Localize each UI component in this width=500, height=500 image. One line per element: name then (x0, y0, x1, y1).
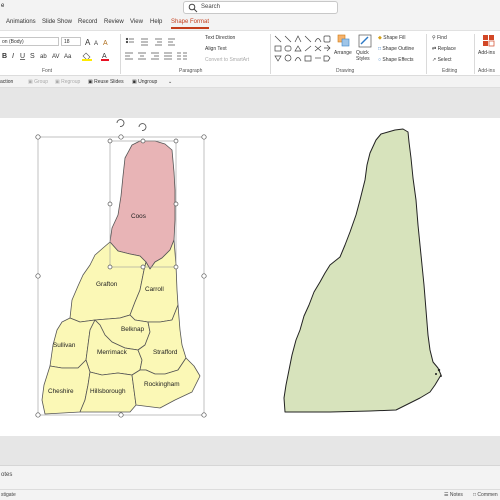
align-center-icon (138, 52, 146, 60)
font-size-buttons[interactable]: A A A (84, 36, 116, 47)
font-size-box[interactable]: 18 (61, 37, 81, 46)
spacing-icon: AV (52, 54, 60, 60)
underline-icon: U (20, 53, 25, 60)
label-carroll: Carroll (145, 286, 164, 293)
font-color-icon: A (102, 53, 107, 60)
notes-pane[interactable]: otes (0, 465, 500, 489)
align-text-button[interactable]: Align Text (205, 46, 227, 52)
state-outline-map[interactable] (283, 128, 442, 413)
quick-access-bar: action ▣ Group ▣ Regroup ▣ Reuse Slides … (0, 76, 500, 88)
bold-icon: B (2, 53, 7, 60)
slide-editing-area: Coos Grafton Carroll Belknap Sullivan Me… (0, 88, 500, 465)
accessibility-status[interactable]: stigate (1, 492, 16, 498)
slide-canvas: Coos Grafton Carroll Belknap Sullivan Me… (35, 119, 442, 418)
search-box[interactable]: Search (183, 1, 338, 14)
slide[interactable]: Coos Grafton Carroll Belknap Sullivan Me… (0, 118, 500, 436)
label-sullivan: Sullivan (53, 342, 76, 349)
replace-button[interactable]: ⇄ Replace (432, 46, 456, 52)
search-placeholder: Search (201, 4, 221, 10)
rotate-handle-icon (138, 123, 147, 131)
shape-fill-button[interactable]: ◆ Shape Fill (378, 35, 405, 41)
shape-effects-button[interactable]: ○ Shape Effects (378, 57, 413, 63)
case-icon: Aa (64, 54, 72, 60)
strikethrough-icon: S (30, 53, 35, 60)
select-icon: ↗ (432, 57, 437, 63)
notes-button[interactable]: ☰ Notes (444, 492, 463, 498)
group-button[interactable]: ▣ Group (28, 79, 48, 85)
italic-icon: I (12, 53, 14, 60)
highlighter-icon (82, 52, 91, 61)
align-right-icon (151, 52, 159, 60)
shape-outline-button[interactable]: □ Shape Outline (378, 46, 414, 52)
numbering-icon (141, 38, 148, 46)
clear-format-icon: A (103, 40, 108, 47)
select-button[interactable]: ↗ Select (432, 57, 452, 63)
font-format-row[interactable]: B I U S ab AV Aa A (2, 50, 120, 61)
find-icon: ⚲ (432, 35, 436, 41)
arrange-button[interactable]: Arrange (334, 50, 352, 56)
quick-styles-button[interactable]: Quick Styles (356, 50, 376, 62)
notes-label: otes (1, 472, 13, 478)
paragraph-buttons[interactable] (124, 36, 204, 64)
addins-icon (483, 35, 495, 47)
shrink-font-icon: A (94, 41, 98, 47)
search-icon (188, 3, 198, 13)
shadow-icon: ab (40, 54, 47, 60)
indent-icon (155, 38, 162, 46)
label-grafton: Grafton (96, 281, 118, 288)
bullets-icon (125, 37, 134, 44)
comments-button[interactable]: □ Commen (473, 492, 498, 498)
tab-record[interactable]: Record (78, 19, 97, 25)
convert-smartart-button[interactable]: Convert to SmartArt (205, 57, 249, 63)
action-button[interactable]: action (0, 79, 13, 85)
rotate-handle-icon (116, 119, 125, 127)
quick-styles-icon (358, 34, 372, 48)
tab-slide-show[interactable]: Slide Show (42, 19, 72, 25)
outdent-icon (168, 38, 175, 46)
justify-icon (164, 52, 172, 60)
replace-icon: ⇄ (432, 46, 437, 52)
font-name-box[interactable]: on (Body) (0, 37, 59, 46)
county-coos[interactable] (109, 140, 176, 270)
label-merrimack: Merrimack (97, 349, 128, 356)
align-left-icon (125, 52, 133, 60)
arrange-icon (337, 34, 350, 47)
shapes-gallery[interactable] (273, 34, 333, 66)
reuse-slides-button[interactable]: ▣ Reuse Slides (88, 79, 124, 85)
tab-review[interactable]: Review (104, 19, 124, 25)
window-title: e (1, 3, 5, 9)
ungroup-button[interactable]: ▣ Ungroup (132, 79, 157, 85)
columns-icon (177, 52, 187, 60)
addins-button[interactable]: Add-ins (478, 50, 495, 56)
ribbon-tabs: Animations Slide Show Record Review View… (0, 16, 500, 30)
label-belknap: Belknap (121, 326, 145, 333)
title-bar: e Search (0, 0, 500, 16)
tab-shape-format[interactable]: Shape Format (171, 19, 210, 29)
label-coos: Coos (131, 213, 146, 220)
tab-animations[interactable]: Animations (6, 19, 36, 25)
label-rockingham: Rockingham (144, 381, 180, 388)
customize-dropdown-icon[interactable]: ⌄ (168, 79, 172, 85)
tab-view[interactable]: View (130, 19, 143, 25)
find-button[interactable]: ⚲ Find (432, 35, 447, 41)
label-strafford: Strafford (153, 349, 178, 356)
label-hillsborough: Hillsborough (90, 388, 126, 395)
regroup-button[interactable]: ▣ Regroup (55, 79, 80, 85)
tab-help[interactable]: Help (150, 19, 162, 25)
grow-font-icon: A (85, 38, 91, 47)
ribbon: on (Body) 18 A A A B I U S ab AV Aa A Fo… (0, 30, 500, 76)
text-direction-button[interactable]: Text Direction (205, 35, 235, 41)
label-cheshire: Cheshire (48, 388, 74, 395)
status-bar: stigate ☰ Notes □ Commen (0, 489, 500, 500)
